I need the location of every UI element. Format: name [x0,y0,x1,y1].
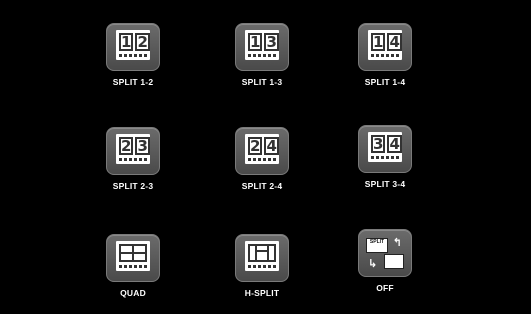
split-1-3-label: SPLIT 1-3 [241,77,283,87]
split-2-4-label: SPLIT 2-4 [241,181,283,191]
split-1-3-option[interactable]: 1 3 SPLIT 1-3 [202,23,322,103]
off-icon: SPLIT ↰ ↳ [358,229,412,277]
split-3-4-option[interactable]: 3 4 SPLIT 3-4 [325,125,445,205]
channel-number: 2 [135,33,150,51]
split-1-2-icon: 1 2 [106,23,160,71]
split-1-4-label: SPLIT 1-4 [364,77,406,87]
channel-number: 1 [248,33,263,51]
split-1-4-icon: 1 4 [358,23,412,71]
h-split-option[interactable]: H-SPLIT [202,234,322,314]
split-3-4-label: SPLIT 3-4 [364,179,406,189]
quad-icon [106,234,160,282]
channel-number: 4 [387,33,402,51]
channel-number: 3 [264,33,279,51]
arrow-left-icon: ↰ [392,237,402,249]
split-mini-icon: SPLIT [366,238,388,253]
split-1-2-label: SPLIT 1-2 [112,77,154,87]
split-3-4-icon: 3 4 [358,125,412,173]
split-1-2-option[interactable]: 1 2 SPLIT 1-2 [73,23,193,103]
channel-number: 3 [371,135,386,153]
split-2-4-option[interactable]: 2 4 SPLIT 2-4 [202,127,322,207]
h-split-label: H-SPLIT [244,288,280,298]
off-option[interactable]: SPLIT ↰ ↳ OFF [325,229,445,309]
channel-number: 4 [387,135,402,153]
split-1-4-option[interactable]: 1 4 SPLIT 1-4 [325,23,445,103]
arrow-right-icon: ↳ [368,258,378,270]
split-mode-menu: 1 2 SPLIT 1-2 1 3 SPLIT 1-3 1 4 SPLIT 1-… [0,0,531,314]
single-screen-icon [384,254,404,269]
channel-number: 1 [371,33,386,51]
channel-number: 2 [248,137,263,155]
off-label: OFF [376,283,394,293]
quad-label: QUAD [120,288,146,298]
split-2-4-icon: 2 4 [235,127,289,175]
split-1-3-icon: 1 3 [235,23,289,71]
channel-number: 3 [135,137,150,155]
channel-number: 1 [119,33,134,51]
channel-number: 2 [119,137,134,155]
split-2-3-option[interactable]: 2 3 SPLIT 2-3 [73,127,193,207]
quad-option[interactable]: QUAD [73,234,193,314]
split-2-3-icon: 2 3 [106,127,160,175]
channel-number: 4 [264,137,279,155]
split-2-3-label: SPLIT 2-3 [112,181,154,191]
h-split-icon [235,234,289,282]
